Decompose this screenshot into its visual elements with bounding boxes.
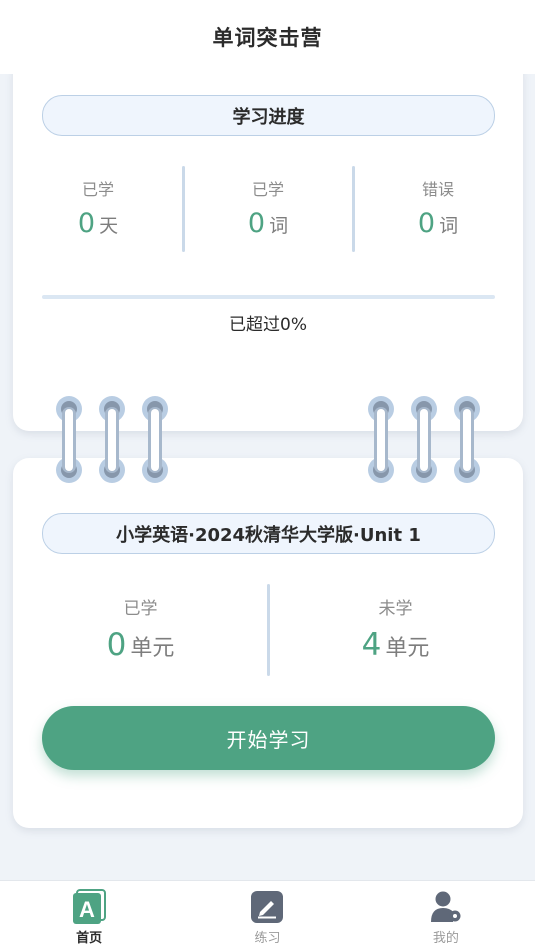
page-title: 单词突击营 [212, 26, 323, 50]
app-header: 单词突击营 [0, 0, 535, 74]
progress-text: 已超过0% [229, 315, 307, 335]
stat-words-learned: 已学 0 词 [183, 166, 353, 252]
binder-ring-icon [368, 396, 394, 483]
binder-ring-icon [411, 396, 437, 483]
stat-value: 0 天 [78, 208, 118, 239]
stat-number: 0 [247, 208, 266, 239]
stat-divider [267, 584, 270, 676]
progress-bar [42, 295, 495, 299]
stat-number: 0 [106, 627, 127, 663]
stat-unit: 词 [269, 215, 289, 237]
binder-ring-icon [142, 396, 168, 483]
start-learning-button[interactable]: 开始学习 [42, 706, 495, 770]
tab-label: 我的 [432, 931, 459, 946]
stat-units-learned: 已学 0 单元 [13, 582, 268, 677]
svg-text:A: A [79, 897, 95, 922]
stat-label: 已学 [123, 599, 158, 619]
stat-divider [182, 166, 185, 252]
stat-unit: 天 [99, 215, 119, 237]
tab-profile[interactable]: 我的 [357, 881, 535, 951]
stat-value: 4 单元 [362, 627, 430, 663]
stat-units-remaining: 未学 4 单元 [268, 582, 523, 677]
stat-unit: 单元 [385, 636, 430, 661]
progress-card: 学习进度 已学 0 天 已学 0 词 错误 0 词 已超过0% [13, 56, 523, 431]
stat-unit: 单元 [130, 636, 175, 661]
stat-value: 0 单元 [107, 627, 175, 663]
stat-label: 未学 [378, 599, 413, 619]
stat-divider [352, 166, 355, 252]
binder-ring-icon [99, 396, 125, 483]
bottom-tab-bar: A 首页 练习 我的 [0, 880, 535, 951]
stat-number: 4 [361, 627, 382, 663]
tab-label: 练习 [254, 931, 281, 946]
stat-label: 已学 [251, 180, 284, 199]
tab-label: 首页 [76, 931, 103, 946]
tab-home[interactable]: A 首页 [0, 881, 178, 951]
course-title: 小学英语·2024秋清华大学版·Unit 1 [42, 513, 495, 554]
stat-number: 0 [417, 208, 436, 239]
stat-words-wrong: 错误 0 词 [353, 166, 523, 252]
course-card: 小学英语·2024秋清华大学版·Unit 1 已学 0 单元 未学 4 单元 开… [13, 458, 523, 828]
tab-practice[interactable]: 练习 [178, 881, 356, 951]
stat-label: 已学 [81, 180, 114, 199]
binder-ring-icon [56, 396, 82, 483]
progress-stats: 已学 0 天 已学 0 词 错误 0 词 [13, 166, 523, 252]
home-letter-a-icon: A [71, 889, 107, 925]
profile-settings-icon [428, 889, 464, 925]
stat-days-learned: 已学 0 天 [13, 166, 183, 252]
progress-card-title: 学习进度 [42, 95, 495, 136]
stat-number: 0 [77, 208, 96, 239]
stat-value: 0 词 [418, 208, 458, 239]
stat-label: 错误 [421, 180, 454, 199]
stat-unit: 词 [439, 215, 459, 237]
practice-pen-icon [249, 889, 285, 925]
binder-ring-icon [454, 396, 480, 483]
stat-value: 0 词 [248, 208, 288, 239]
